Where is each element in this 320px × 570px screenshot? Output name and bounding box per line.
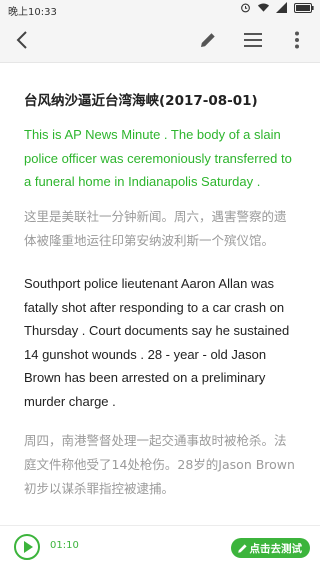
text-line: police officer was ceremoniously transfe… [24, 150, 292, 166]
elapsed-time: 01:10 [50, 540, 79, 551]
go-test-label: 点击去测试 [249, 542, 303, 555]
menu-lines-icon [244, 33, 262, 47]
article-title: 台风纳沙逼近台湾海峡(2017-08-01) [24, 93, 258, 109]
audio-player-bar: 01:10 点击去测试 [0, 525, 320, 570]
text-line: 初步以谋杀罪指控被逮捕。 [24, 481, 175, 496]
alarm-icon [241, 3, 250, 13]
text-line: 体被隆重地运往印第安纳波利斯一个殡仪馆。 [24, 233, 275, 248]
paragraph-english[interactable]: Southport police lieutenant Aaron Allan … [24, 272, 304, 413]
pencil-icon [201, 33, 215, 47]
text-line: 周四，南港警督处理一起交通事故时被枪杀。法 [24, 433, 287, 448]
status-bar: 晚上10:33 [0, 0, 320, 18]
article-content[interactable]: 台风纳沙逼近台湾海峡(2017-08-01) This is AP News M… [0, 63, 320, 525]
back-button[interactable] [8, 26, 36, 54]
more-vert-icon [295, 31, 299, 49]
text-line: 这里是美联社一分钟新闻。周六，遇害警察的遗 [24, 209, 287, 224]
play-button[interactable] [14, 534, 40, 560]
text-line: a funeral home in Indianapolis Saturday … [24, 174, 261, 189]
text-line: murder charge . [24, 393, 116, 409]
status-icons [240, 2, 314, 13]
text-line: This is AP News Minute . The body of a s… [24, 127, 281, 142]
text-line: 庭文件称他受了14处枪伤。28岁的Jason Brown [24, 457, 295, 472]
play-icon [24, 541, 33, 553]
paragraph-chinese-translation[interactable]: 周四，南港警督处理一起交通事故时被枪杀。法 庭文件称他受了14处枪伤。28岁的J… [24, 429, 304, 501]
edit-button[interactable] [194, 26, 222, 54]
top-toolbar [0, 18, 320, 63]
wifi-icon [257, 3, 270, 12]
go-test-button[interactable]: 点击去测试 [230, 538, 310, 558]
text-line: 14 gunshot wounds . 28 - year - old Jaso… [24, 346, 267, 362]
text-line: Thursday . Court documents say he sustai… [24, 323, 290, 338]
paragraph-chinese-translation[interactable]: 这里是美联社一分钟新闻。周六，遇害警察的遗 体被隆重地运往印第安纳波利斯一个殡仪… [24, 205, 304, 253]
pencil-icon [237, 543, 247, 553]
back-arrow-icon [16, 31, 27, 49]
paragraph-english-highlight[interactable]: This is AP News Minute . The body of a s… [24, 123, 304, 194]
text-line: Southport police lieutenant Aaron Allan … [24, 276, 275, 291]
text-line: fatally shot after responding to a car c… [24, 299, 285, 315]
status-time: 晚上10:33 [8, 7, 57, 18]
more-button[interactable] [283, 26, 311, 54]
battery-icon [294, 2, 314, 13]
signal-icon [276, 2, 287, 13]
text-line: Brown has been arrested on a preliminary [24, 370, 266, 385]
list-button[interactable] [239, 26, 267, 54]
